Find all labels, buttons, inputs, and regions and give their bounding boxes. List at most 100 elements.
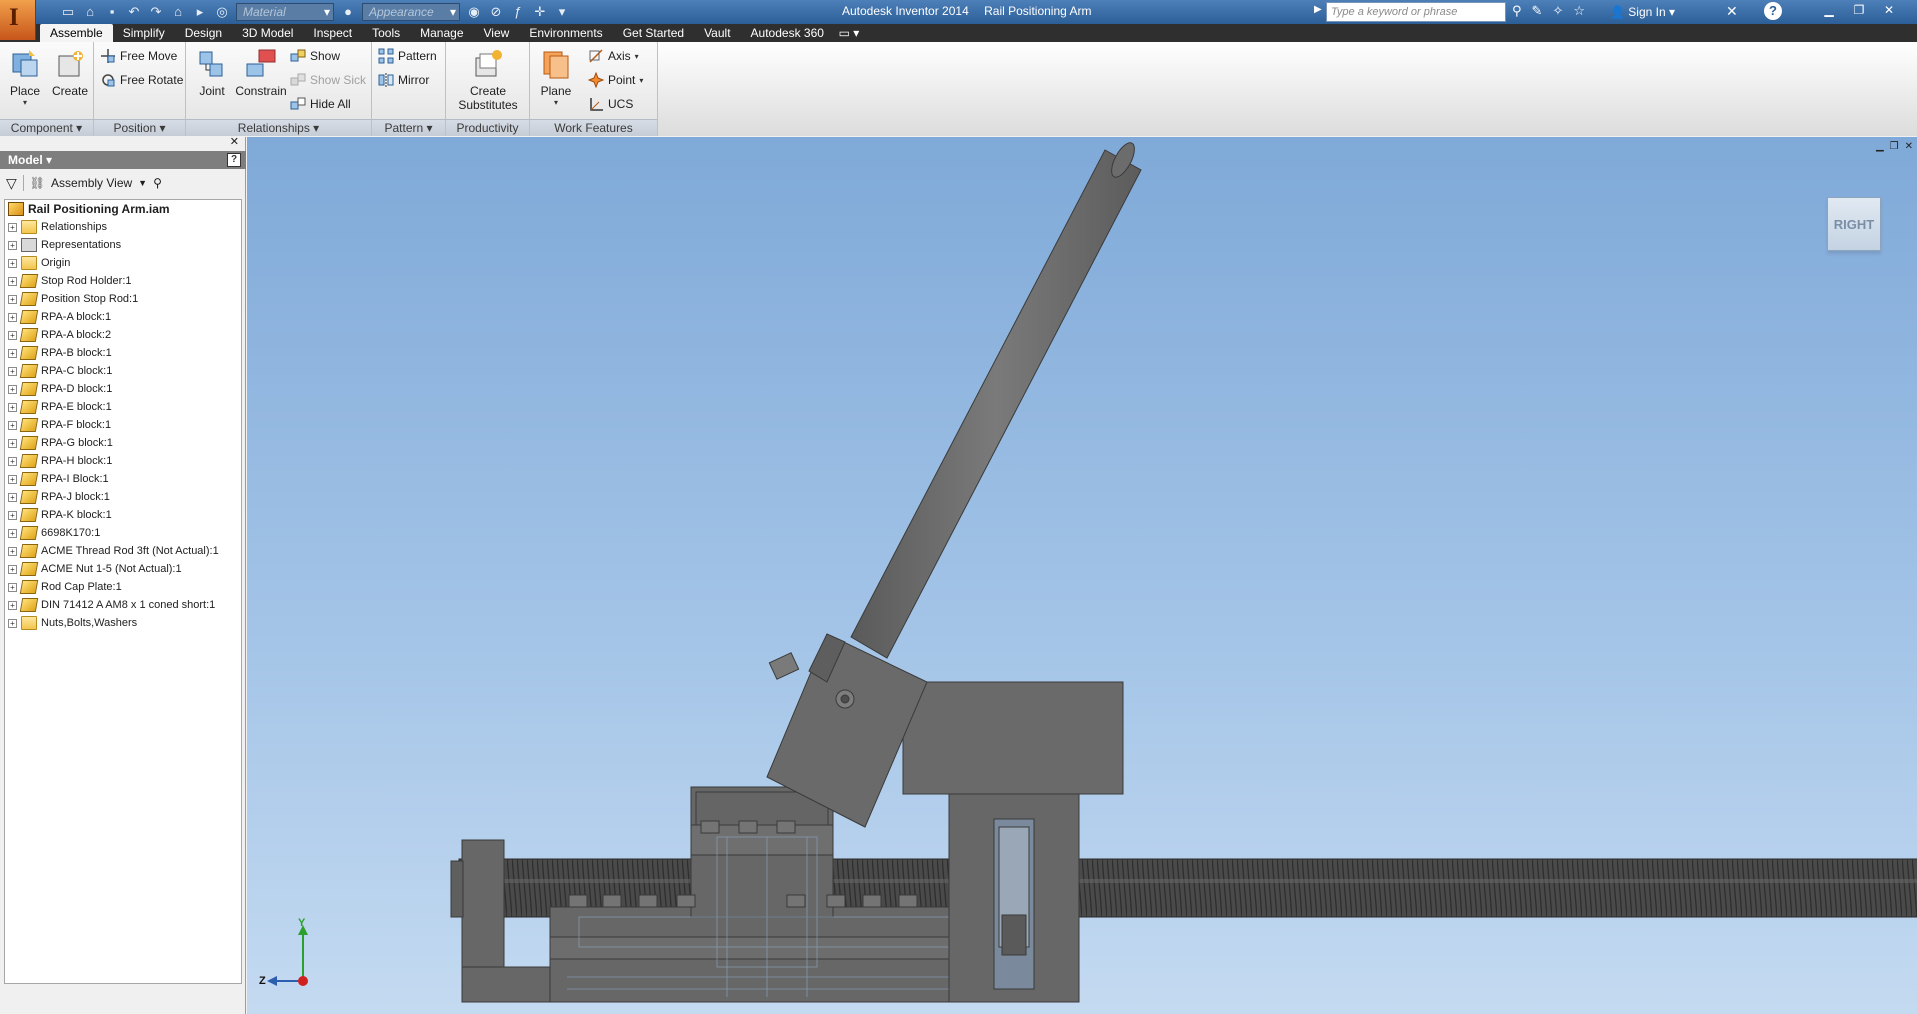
filter-icon[interactable]: ▽	[6, 175, 17, 192]
adjust-appearance-icon[interactable]: ◉	[466, 4, 482, 20]
expand-icon[interactable]: +	[8, 474, 17, 484]
appearance-sphere-icon[interactable]: ●	[340, 4, 356, 20]
tree-item[interactable]: + RPA-C block:1	[5, 362, 241, 380]
pattern-button[interactable]: Pattern	[378, 46, 437, 66]
favorites-icon[interactable]: ☆	[1573, 3, 1585, 19]
tab-assemble[interactable]: Assemble	[40, 24, 113, 42]
axis-button[interactable]: Axis ▾	[588, 46, 639, 66]
expand-icon[interactable]: +	[8, 582, 17, 592]
save-icon[interactable]: ▪	[104, 4, 120, 20]
point-button[interactable]: Point ▾	[587, 70, 643, 90]
viewcube[interactable]: RIGHT	[1827, 197, 1881, 251]
expand-icon[interactable]: +	[8, 222, 17, 232]
material-dropdown[interactable]: Material	[236, 3, 334, 21]
expand-icon[interactable]: +	[8, 240, 17, 250]
axis-dropdown-icon[interactable]: ▾	[635, 52, 639, 61]
viewport-minimize-icon[interactable]: ▁	[1876, 141, 1884, 152]
tab-design[interactable]: Design	[175, 24, 232, 42]
tab-simplify[interactable]: Simplify	[113, 24, 175, 42]
tab-manage[interactable]: Manage	[410, 24, 473, 42]
rpa-vertical-block[interactable]	[948, 764, 1080, 1003]
assembly-model[interactable]	[247, 137, 1917, 1014]
close-icon[interactable]: ✕	[1876, 1, 1902, 19]
point-dropdown-icon[interactable]: ▾	[639, 76, 643, 85]
binoculars-icon[interactable]: ⚲	[1512, 3, 1522, 19]
expand-icon[interactable]: +	[8, 330, 17, 340]
expand-icon[interactable]: +	[8, 348, 17, 358]
expand-icon[interactable]: +	[8, 420, 17, 430]
sign-in-button[interactable]: 👤 Sign In ▾	[1610, 5, 1675, 19]
tab-inspect[interactable]: Inspect	[303, 24, 362, 42]
expand-icon[interactable]: +	[8, 510, 17, 520]
browser-help-icon[interactable]: ?	[227, 153, 241, 167]
parameters-icon[interactable]: ƒ	[510, 4, 526, 20]
tree-item[interactable]: + RPA-E block:1	[5, 398, 241, 416]
exchange-apps-icon[interactable]: ✕	[1726, 3, 1738, 20]
tree-item[interactable]: + Position Stop Rod:1	[5, 290, 241, 308]
find-binoculars-icon[interactable]: ⚲	[153, 176, 162, 190]
plane-button[interactable]: Plane ▾	[534, 44, 578, 116]
expand-icon[interactable]: +	[8, 456, 17, 466]
tree-item[interactable]: + RPA-A block:2	[5, 326, 241, 344]
tree-item[interactable]: + RPA-I Block:1	[5, 470, 241, 488]
assembly-view-dropdown[interactable]: Assembly View	[51, 176, 132, 190]
position-stop-rod[interactable]	[850, 139, 1142, 659]
tree-item[interactable]: + RPA-G block:1	[5, 434, 241, 452]
tab-vault[interactable]: Vault	[694, 24, 740, 42]
tree-item[interactable]: + RPA-A block:1	[5, 308, 241, 326]
tree-item[interactable]: + RPA-K block:1	[5, 506, 241, 524]
tab-environments[interactable]: Environments	[519, 24, 612, 42]
tree-item[interactable]: + RPA-B block:1	[5, 344, 241, 362]
help-icon[interactable]: ?	[1764, 2, 1782, 20]
view-dropdown-arrow-icon[interactable]: ▼	[138, 178, 147, 188]
plane-dropdown-icon[interactable]: ▾	[534, 98, 578, 107]
place-button[interactable]: Place ▾	[3, 44, 47, 116]
tree-item[interactable]: + Origin	[5, 254, 241, 272]
communication-icon[interactable]: ✎	[1532, 3, 1543, 19]
tree-item[interactable]: + DIN 71412 A AM8 x 1 coned short:1	[5, 596, 241, 614]
tree-root[interactable]: Rail Positioning Arm.iam	[5, 200, 241, 218]
expand-icon[interactable]: +	[8, 492, 17, 502]
tree-item[interactable]: + RPA-D block:1	[5, 380, 241, 398]
expand-icon[interactable]: +	[8, 276, 17, 286]
tree-item[interactable]: + RPA-H block:1	[5, 452, 241, 470]
expand-icon[interactable]: +	[8, 546, 17, 556]
subscription-icon[interactable]: ✧	[1552, 3, 1563, 19]
search-expand-icon[interactable]: ▶	[1314, 4, 1322, 15]
expand-icon[interactable]: +	[8, 294, 17, 304]
redo-icon[interactable]: ↷	[148, 4, 164, 20]
expand-icon[interactable]: +	[8, 600, 17, 610]
browser-header[interactable]: Model ▾ ?	[0, 151, 246, 169]
joint-button[interactable]: Joint	[190, 44, 234, 116]
tree-item[interactable]: + Rod Cap Plate:1	[5, 578, 241, 596]
create-substitutes-button[interactable]: Create Substitutes	[454, 44, 522, 116]
rpa-plate[interactable]	[902, 681, 1124, 795]
panel-label-pattern[interactable]: Pattern ▾	[372, 119, 445, 136]
new-icon[interactable]: ▭	[60, 4, 76, 20]
home-icon[interactable]: ⌂	[170, 4, 186, 20]
tree-item[interactable]: +6698K170:1	[5, 524, 241, 542]
tab-autodesk-360[interactable]: Autodesk 360	[741, 24, 834, 42]
open-icon[interactable]: ⌂	[82, 4, 98, 20]
graphics-window[interactable]: ▁ ❐ ✕ RIGHT Y Z	[247, 137, 1917, 1014]
tree-item[interactable]: + RPA-F block:1	[5, 416, 241, 434]
tab-3d-model[interactable]: 3D Model	[232, 24, 303, 42]
free-rotate-button[interactable]: Free Rotate	[100, 70, 183, 90]
expand-icon[interactable]: +	[8, 528, 17, 538]
browser-close-icon[interactable]: ✕	[230, 135, 239, 148]
undo-icon[interactable]: ↶	[126, 4, 142, 20]
tab-get-started[interactable]: Get Started	[613, 24, 694, 42]
tree-item[interactable]: + Representations	[5, 236, 241, 254]
ribbon-minimize-icon[interactable]: ▭ ▾	[834, 24, 864, 42]
viewport-close-icon[interactable]: ✕	[1905, 141, 1913, 152]
expand-icon[interactable]: +	[8, 366, 17, 376]
application-menu-button[interactable]: I	[0, 0, 36, 40]
ucs-button[interactable]: UCS	[588, 94, 633, 114]
tree-item[interactable]: + ACME Nut 1-5 (Not Actual):1	[5, 560, 241, 578]
expand-icon[interactable]: +	[8, 618, 17, 628]
expand-icon[interactable]: +	[8, 384, 17, 394]
appearance-dropdown[interactable]: Appearance	[362, 3, 460, 21]
panel-label-component[interactable]: Component ▾	[0, 119, 93, 136]
expand-icon[interactable]: +	[8, 564, 17, 574]
tab-view[interactable]: View	[474, 24, 520, 42]
